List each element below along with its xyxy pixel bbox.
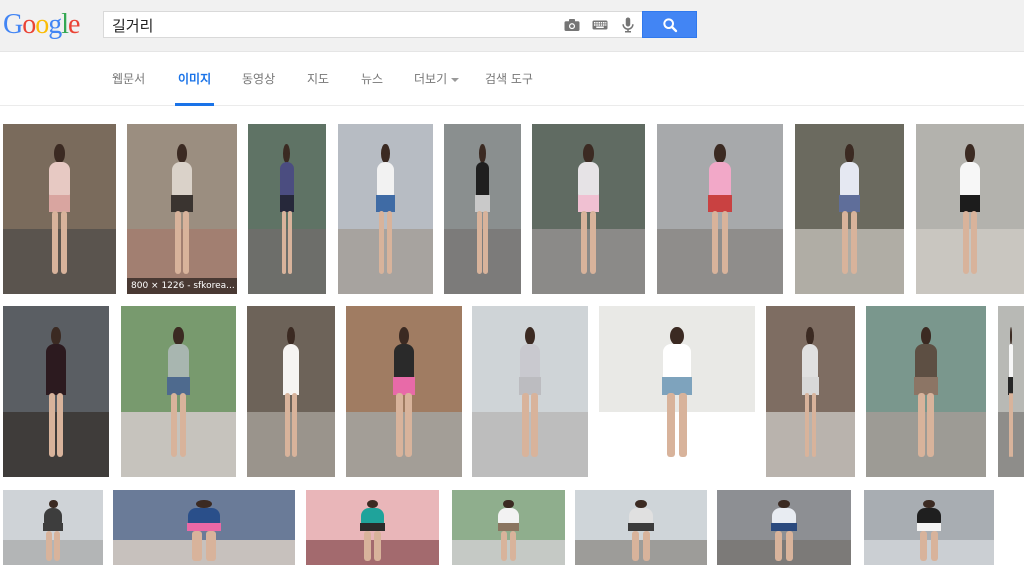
image-result[interactable] xyxy=(444,124,521,294)
image-thumbnail xyxy=(338,124,433,294)
logo-letter: l xyxy=(61,9,69,40)
image-caption: 800 × 1226 - sfkorea... xyxy=(127,278,237,294)
image-thumbnail xyxy=(717,490,851,565)
tab-web[interactable]: 웹문서 xyxy=(112,70,145,106)
image-results-grid: 800 × 1226 - sfkorea... xyxy=(0,106,1024,565)
tab-label: 동영상 xyxy=(242,72,276,86)
image-thumbnail xyxy=(346,306,462,477)
search-input[interactable] xyxy=(112,15,552,35)
image-result[interactable] xyxy=(795,124,904,294)
image-thumbnail xyxy=(864,490,994,565)
image-result[interactable] xyxy=(3,490,103,565)
image-result[interactable] xyxy=(472,306,588,477)
image-thumbnail xyxy=(766,306,855,477)
search-tools xyxy=(563,15,637,35)
image-result[interactable] xyxy=(113,490,295,565)
image-thumbnail xyxy=(866,306,986,477)
tab-label: 뉴스 xyxy=(361,72,384,86)
image-result[interactable] xyxy=(248,124,326,294)
image-thumbnail xyxy=(113,490,295,565)
image-result[interactable] xyxy=(346,306,462,477)
logo-letter: o xyxy=(22,9,36,40)
top-bar: Google xyxy=(0,0,1024,52)
tab-label: 검색 도구 xyxy=(485,72,533,86)
image-result[interactable] xyxy=(864,490,994,565)
tab-more[interactable]: 더보기 xyxy=(414,70,460,106)
tab-label: 이미지 xyxy=(178,72,212,86)
tab-videos[interactable]: 동영상 xyxy=(242,70,275,106)
image-thumbnail xyxy=(657,124,783,294)
image-result[interactable] xyxy=(916,124,1024,294)
keyboard-icon[interactable] xyxy=(591,16,609,34)
tab-label: 더보기 xyxy=(414,72,448,86)
image-thumbnail xyxy=(3,306,109,477)
google-logo[interactable]: Google xyxy=(3,8,80,42)
microphone-icon[interactable] xyxy=(619,16,637,34)
image-result[interactable] xyxy=(306,490,439,565)
image-thumbnail xyxy=(306,490,439,565)
tab-maps[interactable]: 지도 xyxy=(307,70,329,106)
image-thumbnail xyxy=(916,124,1024,294)
image-thumbnail xyxy=(248,124,326,294)
image-thumbnail xyxy=(795,124,904,294)
logo-letter: e xyxy=(68,9,80,40)
image-result[interactable] xyxy=(121,306,236,477)
image-result[interactable] xyxy=(657,124,783,294)
image-thumbnail xyxy=(532,124,645,294)
image-result[interactable] xyxy=(766,306,855,477)
tab-search-tools[interactable]: 검색 도구 xyxy=(485,70,533,106)
search-box xyxy=(103,11,643,38)
image-result[interactable] xyxy=(3,124,116,294)
image-thumbnail xyxy=(121,306,236,477)
image-result[interactable] xyxy=(247,306,335,477)
image-result[interactable]: 800 × 1226 - sfkorea... xyxy=(127,124,237,294)
image-thumbnail xyxy=(127,124,237,294)
image-thumbnail xyxy=(444,124,521,294)
image-thumbnail xyxy=(998,306,1024,477)
image-result[interactable] xyxy=(452,490,565,565)
tab-label: 웹문서 xyxy=(112,72,146,86)
image-result[interactable] xyxy=(3,306,109,477)
logo-letter: G xyxy=(3,9,23,40)
tab-news[interactable]: 뉴스 xyxy=(361,70,383,106)
logo-letter: g xyxy=(48,9,62,40)
image-result[interactable] xyxy=(717,490,851,565)
camera-icon[interactable] xyxy=(563,16,581,34)
image-thumbnail xyxy=(3,490,103,565)
image-thumbnail xyxy=(599,306,755,477)
image-thumbnail xyxy=(247,306,335,477)
image-result[interactable] xyxy=(338,124,433,294)
image-thumbnail xyxy=(472,306,588,477)
image-thumbnail xyxy=(575,490,707,565)
tab-label: 지도 xyxy=(307,72,330,86)
logo-letter: o xyxy=(35,9,49,40)
tab-images[interactable]: 이미지 xyxy=(174,70,215,106)
chevron-down-icon xyxy=(451,77,460,82)
search-button[interactable] xyxy=(642,11,697,38)
search-tabs: 웹문서 이미지 동영상 지도 뉴스 더보기 검색 도구 xyxy=(0,52,1024,106)
search-icon xyxy=(662,17,677,32)
image-result[interactable] xyxy=(998,306,1024,477)
image-thumbnail xyxy=(3,124,116,294)
image-thumbnail xyxy=(452,490,565,565)
image-result[interactable] xyxy=(575,490,707,565)
image-result[interactable] xyxy=(599,306,755,477)
image-result[interactable] xyxy=(532,124,645,294)
image-result[interactable] xyxy=(866,306,986,477)
